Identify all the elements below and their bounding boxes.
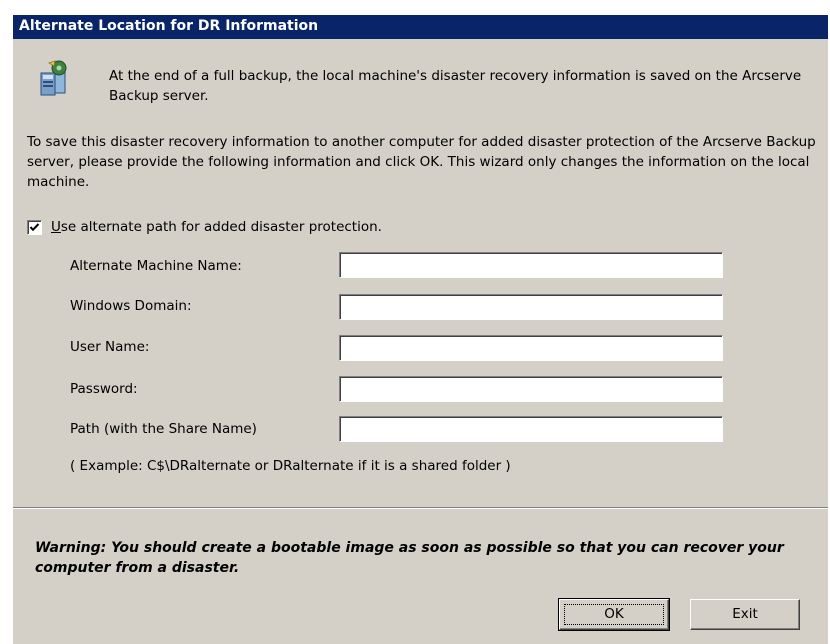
- machine-name-label: Alternate Machine Name:: [70, 258, 242, 274]
- path-input[interactable]: [339, 416, 723, 442]
- path-label: Path (with the Share Name): [70, 421, 257, 437]
- description-text: To save this disaster recovery informati…: [27, 134, 816, 190]
- intro-text: At the end of a full backup, the local m…: [109, 68, 802, 104]
- separator: [13, 507, 828, 509]
- title-bar[interactable]: Alternate Location for DR Information: [13, 15, 828, 39]
- windows-domain-input[interactable]: [339, 294, 723, 320]
- alternate-path-checkbox[interactable]: [27, 220, 42, 235]
- user-name-input[interactable]: [339, 335, 723, 361]
- checkbox-mnemonic: U: [51, 219, 61, 235]
- window-title: Alternate Location for DR Information: [19, 18, 319, 34]
- exit-button[interactable]: Exit: [690, 599, 800, 630]
- dialog-window: Alternate Location for DR Information At…: [12, 14, 828, 644]
- checkbox-label-text: se alternate path for added disaster pro…: [60, 219, 382, 235]
- alternate-path-checkbox-label[interactable]: Use alternate path for added disaster pr…: [51, 219, 382, 235]
- password-label: Password:: [70, 381, 138, 397]
- password-input[interactable]: [339, 376, 723, 402]
- checkmark-icon: [29, 223, 40, 232]
- machine-name-input[interactable]: [339, 252, 723, 278]
- user-name-label: User Name:: [70, 339, 150, 355]
- ok-button-label: OK: [564, 604, 664, 625]
- windows-domain-label: Windows Domain:: [70, 298, 192, 314]
- path-example-text: ( Example: C$\DRalternate or DRalternate…: [70, 458, 511, 474]
- backup-server-icon: [35, 59, 71, 99]
- ok-button[interactable]: OK: [558, 598, 670, 631]
- warning-text: Warning: You should create a bootable im…: [35, 540, 784, 576]
